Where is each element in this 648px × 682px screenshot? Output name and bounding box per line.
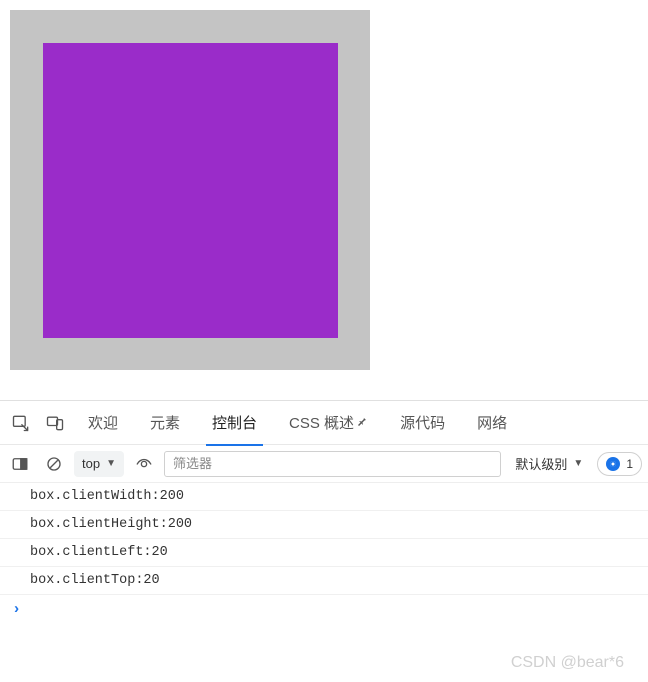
devtools-tabs: 欢迎 元素 控制台 CSS 概述 源代码 网络	[0, 401, 648, 445]
clear-console-icon[interactable]	[40, 450, 68, 478]
issues-count: 1	[626, 457, 633, 471]
rendered-page	[0, 0, 648, 400]
chevron-down-icon: ▼	[573, 458, 583, 469]
console-line: box.clientWidth:200	[0, 483, 648, 511]
log-level-label: 默认级别	[515, 454, 567, 473]
tab-console[interactable]: 控制台	[198, 401, 271, 445]
watermark: CSDN @bear*6	[511, 654, 624, 672]
tab-welcome[interactable]: 欢迎	[74, 401, 132, 445]
inner-box	[43, 43, 338, 338]
tab-network[interactable]: 网络	[463, 401, 521, 445]
context-label: top	[82, 456, 100, 471]
devtools-panel: 欢迎 元素 控制台 CSS 概述 源代码 网络	[0, 400, 648, 624]
issues-button[interactable]: 1	[597, 452, 642, 476]
console-line: box.clientLeft:20	[0, 539, 648, 567]
filter-input[interactable]	[164, 451, 501, 477]
console-toolbar: top ▼ 默认级别 ▼ 1	[0, 445, 648, 483]
console-output: box.clientWidth:200 box.clientHeight:200…	[0, 483, 648, 624]
tab-sources[interactable]: 源代码	[386, 401, 459, 445]
outer-box	[10, 10, 370, 370]
tab-css-overview[interactable]: CSS 概述	[275, 401, 382, 445]
inspect-icon[interactable]	[6, 408, 36, 438]
console-prompt[interactable]: ›	[0, 595, 648, 624]
context-selector[interactable]: top ▼	[74, 451, 124, 477]
tab-css-overview-label: CSS 概述	[289, 412, 354, 433]
device-toggle-icon[interactable]	[40, 408, 70, 438]
console-line: box.clientHeight:200	[0, 511, 648, 539]
sidebar-toggle-icon[interactable]	[6, 450, 34, 478]
log-level-selector[interactable]: 默认级别 ▼	[507, 451, 591, 477]
live-expression-icon[interactable]	[130, 450, 158, 478]
chevron-down-icon: ▼	[106, 458, 116, 469]
console-line: box.clientTop:20	[0, 567, 648, 595]
info-dot-icon	[606, 457, 620, 471]
pin-icon	[356, 414, 368, 431]
tab-elements[interactable]: 元素	[136, 401, 194, 445]
